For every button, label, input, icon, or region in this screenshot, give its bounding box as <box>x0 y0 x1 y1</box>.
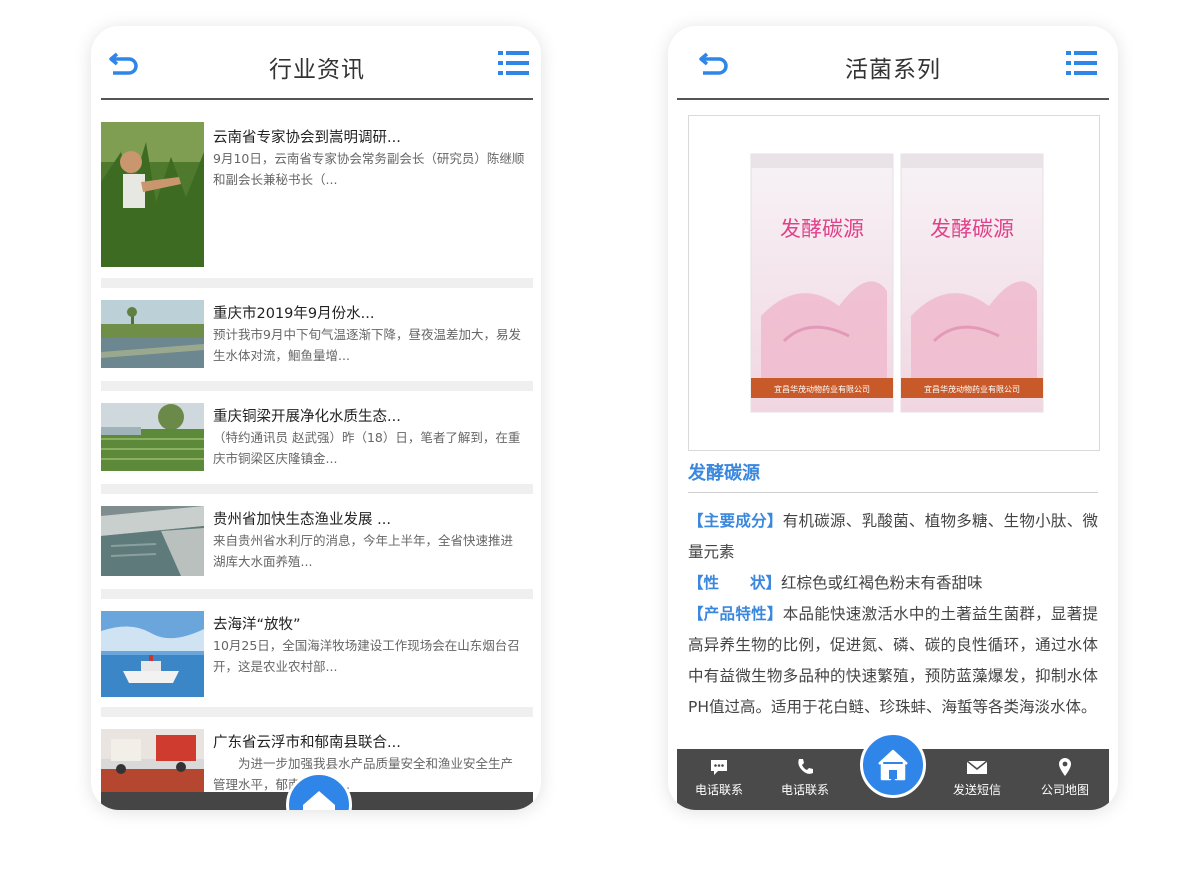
value-appearance: 红棕色或红褐色粉末有香甜味 <box>781 574 983 592</box>
product-name: 发酵碳源 <box>688 463 760 484</box>
header-bar: 活菌系列 <box>677 26 1109 100</box>
phone-icon <box>763 757 847 777</box>
menu-list-icon[interactable] <box>1065 48 1099 78</box>
divider <box>101 381 533 391</box>
divider <box>688 492 1098 493</box>
news-desc: 10月25日，全国海洋牧场建设工作现场会在山东烟台召开，这是农业农村部... <box>213 638 520 674</box>
news-thumbnail <box>101 122 204 267</box>
tab-label: 公司地图 <box>1040 783 1089 797</box>
news-thumbnail <box>101 300 204 368</box>
divider <box>101 484 533 494</box>
news-desc: 来自贵州省水利厅的消息，今年上半年，全省快速推进湖库大水面养殖... <box>213 533 514 569</box>
bag-company: 宜昌华茂动物药业有限公司 <box>924 384 1020 394</box>
tab-label: 电话联系 <box>780 783 829 797</box>
tab-sms[interactable]: 发送短信 <box>935 757 1019 798</box>
chat-icon <box>677 757 761 777</box>
news-item[interactable]: 重庆铜梁开展净化水质生态... （特约通讯员 赵武强）昨（18）日，笔者了解到，… <box>101 401 533 476</box>
phone-product: 活菌系列 发酵碳源 宜昌华茂动物药业有限公司 发酵碳源 宜昌华茂动物药业有限公司… <box>668 26 1118 810</box>
news-desc: 为进一步加强我县水产品质量安全和渔业安全生产管理水平，郁南县水产... <box>213 756 514 792</box>
tab-map[interactable]: 公司地图 <box>1023 757 1107 798</box>
bag-company: 宜昌华茂动物药业有限公司 <box>774 384 870 394</box>
bag-label: 发酵碳源 <box>780 217 864 241</box>
label-ingredients: 【主要成分】 <box>688 512 783 530</box>
home-button[interactable] <box>286 772 352 810</box>
news-title: 贵州省加快生态渔业发展 ... <box>213 512 391 528</box>
news-thumbnail <box>101 611 204 697</box>
news-thumbnail <box>101 729 204 799</box>
news-screen: 行业资讯 云南省专家协会到嵩明调研... 9月10日，云南省专家协会常务副会长（… <box>101 26 533 810</box>
divider <box>101 278 533 288</box>
news-title: 重庆铜梁开展净化水质生态... <box>213 409 401 425</box>
news-item[interactable]: 云南省专家协会到嵩明调研... 9月10日，云南省专家协会常务副会长（研究员）陈… <box>101 122 533 268</box>
news-item[interactable]: 重庆市2019年9月份水... 预计我市9月中下旬气温逐渐下降，昼夜温差加大，易… <box>101 298 533 373</box>
news-title: 广东省云浮市和郁南县联合... <box>213 735 401 751</box>
bag-label: 发酵碳源 <box>930 217 1014 241</box>
product-screen: 活菌系列 发酵碳源 宜昌华茂动物药业有限公司 发酵碳源 宜昌华茂动物药业有限公司… <box>677 26 1109 810</box>
news-thumbnail <box>101 506 204 576</box>
page-title: 行业资讯 <box>269 57 365 83</box>
divider <box>101 707 533 717</box>
news-title: 重庆市2019年9月份水... <box>213 306 375 322</box>
menu-list-icon[interactable] <box>497 48 531 78</box>
header-bar: 行业资讯 <box>101 26 533 100</box>
product-image: 发酵碳源 宜昌华茂动物药业有限公司 发酵碳源 宜昌华茂动物药业有限公司 <box>688 115 1100 451</box>
news-title: 去海洋“放牧” <box>213 617 301 633</box>
divider <box>101 589 533 599</box>
news-thumbnail <box>101 403 204 471</box>
news-item[interactable]: 贵州省加快生态渔业发展 ... 来自贵州省水利厅的消息，今年上半年，全省快速推进… <box>101 504 533 579</box>
label-features: 【产品特性】 <box>688 605 783 623</box>
news-desc: 9月10日，云南省专家协会常务副会长（研究员）陈继顺和副会长兼秘书长（... <box>213 151 525 187</box>
phone-news: 行业资讯 云南省专家协会到嵩明调研... 9月10日，云南省专家协会常务副会长（… <box>91 26 541 810</box>
news-item[interactable]: 去海洋“放牧” 10月25日，全国海洋牧场建设工作现场会在山东烟台召开，这是农业… <box>101 609 533 707</box>
mail-icon <box>935 757 1019 777</box>
page-title: 活菌系列 <box>845 57 941 83</box>
map-pin-icon <box>1023 757 1107 777</box>
tab-label: 发送短信 <box>952 783 1001 797</box>
news-title: 云南省专家协会到嵩明调研... <box>213 130 401 146</box>
tab-chat[interactable]: 电话联系 <box>677 757 761 798</box>
news-desc: （特约通讯员 赵武强）昨（18）日，笔者了解到，在重庆市铜梁区庆隆镇金... <box>213 430 521 466</box>
home-button[interactable] <box>860 732 926 798</box>
news-desc: 预计我市9月中下旬气温逐渐下降，昼夜温差加大，易发生水体对流，鮰鱼量增... <box>213 327 521 363</box>
product-bag: 发酵碳源 宜昌华茂动物药业有限公司 <box>900 153 1044 413</box>
tab-phone[interactable]: 电话联系 <box>763 757 847 798</box>
tab-label: 电话联系 <box>694 783 743 797</box>
label-appearance: 【性 状】 <box>688 574 782 592</box>
product-bag: 发酵碳源 宜昌华茂动物药业有限公司 <box>750 153 894 413</box>
product-description: 【主要成分】有机碳源、乳酸菌、植物多糖、生物小肽、微量元素 【性 状】红棕色或红… <box>688 506 1098 723</box>
